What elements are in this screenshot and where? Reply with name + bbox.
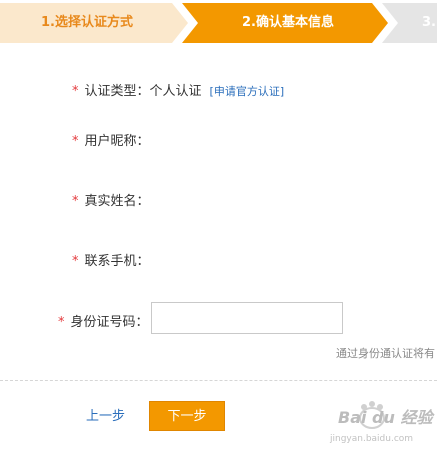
phone-row: * 联系手机： xyxy=(72,250,150,269)
watermark-subtext: jingyan.baidu.com xyxy=(330,434,414,444)
id-hint-text: 通过身份通认证将有 xyxy=(336,347,435,360)
required-mark: * xyxy=(72,254,79,269)
idnum-label: 身份证号码： xyxy=(70,315,149,330)
step-progress-bar: 1.选择认证方式 2.确认基本信息 3. xyxy=(0,0,437,46)
apply-official-cert-link[interactable]: [申请官方认证] xyxy=(210,85,285,98)
required-mark: * xyxy=(72,134,79,149)
idnum-row: * 身份证号码： xyxy=(58,311,149,330)
cert-type-label: 认证类型： xyxy=(84,84,150,99)
required-mark: * xyxy=(72,194,79,209)
realname-row: * 真实姓名： xyxy=(72,190,150,209)
id-number-input[interactable] xyxy=(151,302,343,334)
next-step-button[interactable]: 下一步 xyxy=(149,401,225,431)
divider xyxy=(0,380,437,381)
required-mark: * xyxy=(58,315,65,330)
watermark-text: Bai du 经验 xyxy=(338,408,433,427)
step-confirm-info: 2.确认基本信息 xyxy=(182,3,388,43)
required-mark: * xyxy=(72,84,79,99)
prev-step-link[interactable]: 上一步 xyxy=(86,405,125,424)
cert-type-value: 个人认证 xyxy=(149,84,202,99)
nickname-row: * 用户昵称： xyxy=(72,130,150,149)
step-choose-method: 1.选择认证方式 xyxy=(0,3,188,43)
nickname-label: 用户昵称： xyxy=(84,134,150,149)
phone-label: 联系手机： xyxy=(84,254,150,269)
step-next: 3. xyxy=(382,3,437,43)
cert-type-row: * 认证类型：个人认证 [申请官方认证] xyxy=(72,80,284,99)
realname-label: 真实姓名： xyxy=(84,194,150,209)
